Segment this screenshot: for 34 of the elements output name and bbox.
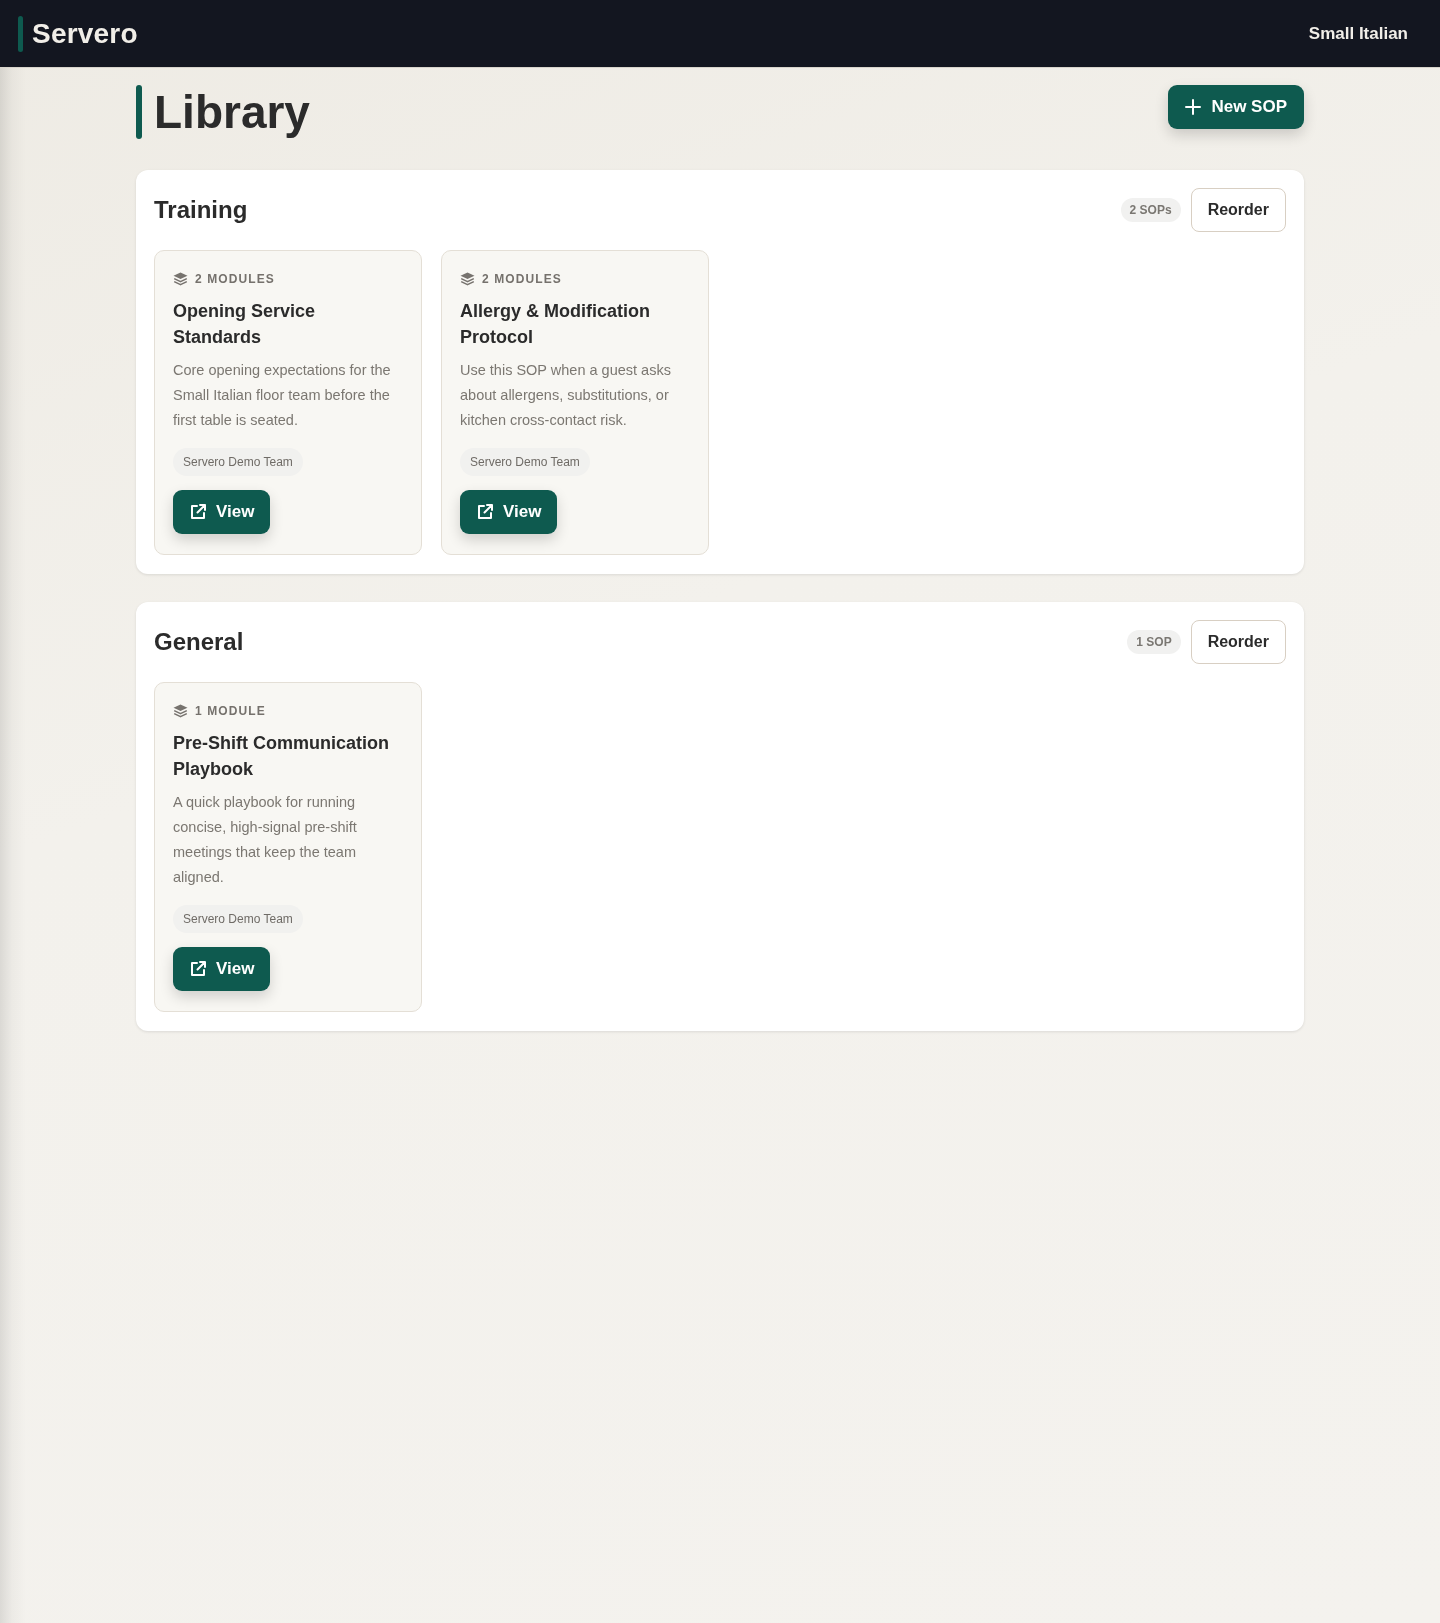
team-tag: Servero Demo Team [173,448,303,476]
count-badge: 2 SOPs [1120,198,1181,222]
accent-bar [18,15,23,52]
reorder-button[interactable]: Reorder [1190,188,1286,232]
view-button[interactable]: View [173,490,271,534]
sop-description: Use this SOP when a guest asks about allergens, substitutions, or kitchen cross-contact risk. [460,361,672,430]
sop-title: Opening Service Standards [173,300,317,349]
module-count: 2 MODULES [482,272,562,286]
view-button[interactable]: View [173,947,271,991]
external-link-icon [189,503,207,521]
sop-description: A quick playbook for running concise, high-signal pre-shift meetings that keep the team aligned. [173,793,358,887]
team-tag: Servero Demo Team [460,448,590,476]
sop-title: Pre-Shift Communication Playbook [173,732,390,781]
team-tag: Servero Demo Team [173,905,303,933]
module-count: 1 MODULE [195,704,266,718]
plus-icon [1185,99,1202,115]
layers-icon [460,272,475,286]
reorder-button[interactable]: Reorder [1190,620,1286,664]
new-sop-button[interactable]: New SOP [1168,85,1304,129]
layers-icon [173,704,188,718]
section-title: General [154,628,244,656]
brand-name[interactable]: Servero [32,17,138,50]
external-link-icon [476,503,494,521]
location-name[interactable]: Small Italian [1308,23,1408,44]
external-link-icon [189,960,207,978]
module-count: 2 MODULES [195,272,275,286]
view-button[interactable]: View [460,490,558,534]
page-title: Library [154,85,310,139]
layers-icon [173,272,188,286]
count-badge: 1 SOP [1127,630,1181,654]
section-title: Training [154,196,248,224]
sop-title: Allergy & Modification Protocol [460,300,651,349]
title-accent-bar [136,85,142,139]
sop-description: Core opening expectations for the Small Italian floor team before the first table is seated. [173,361,392,430]
